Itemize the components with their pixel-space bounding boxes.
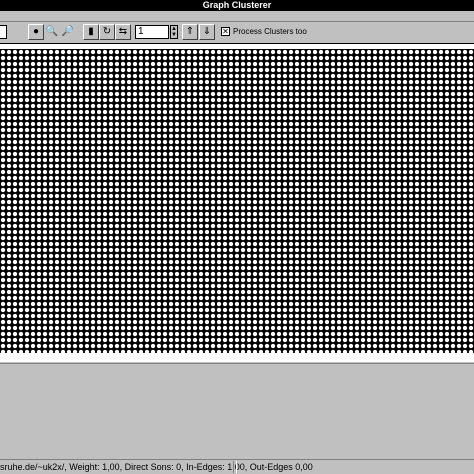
toolbar-edge-field[interactable]	[0, 25, 7, 39]
graph-canvas[interactable]	[0, 44, 474, 362]
delete-button[interactable]: ▮	[83, 24, 99, 40]
link-button[interactable]: ⇆	[115, 24, 131, 40]
process-clusters-checkbox[interactable]: ✕	[221, 27, 230, 37]
process-clusters-label: Process Clusters too	[233, 27, 307, 36]
level-up-button[interactable]: ⇑	[182, 24, 198, 40]
window-title: Graph Clusterer	[0, 0, 474, 11]
status-text: sruhe.de/~uk2x/, Weight: 1,00, Direct So…	[0, 462, 313, 472]
refresh-button[interactable]: ↻	[99, 24, 115, 40]
link-icon: ⇆	[118, 26, 128, 37]
layout-button[interactable]: ●	[28, 24, 44, 40]
level-field[interactable]: 1	[135, 25, 169, 39]
zoom-out-button[interactable]: 🔎	[60, 24, 76, 40]
level-down-button[interactable]: ⇓	[199, 24, 215, 40]
toolbar: ● 🔍 🔎 ▮ ↻ ⇆ 1 ▲ ▼ ⇑ ⇓ ✕ Process Clusters …	[0, 22, 474, 44]
empty-panel	[0, 363, 474, 460]
trash-icon: ▮	[88, 26, 94, 37]
layout-icon: ●	[32, 26, 40, 37]
arrow-down-icon: ⇓	[202, 26, 212, 37]
status-bar: sruhe.de/~uk2x/, Weight: 1,00, Direct So…	[0, 459, 474, 474]
arrow-up-icon: ⇑	[185, 26, 195, 37]
process-clusters-option[interactable]: ✕ Process Clusters too	[221, 26, 307, 38]
menu-band	[0, 11, 474, 22]
level-spinner[interactable]: ▲ ▼	[170, 25, 178, 39]
zoom-out-icon: 🔎	[61, 26, 75, 37]
refresh-icon: ↻	[102, 26, 112, 37]
zoom-in-icon: 🔍	[45, 26, 59, 37]
spin-down-icon[interactable]: ▼	[171, 32, 177, 38]
zoom-in-button[interactable]: 🔍	[44, 24, 60, 40]
graph-node-grid[interactable]	[0, 49, 474, 353]
status-divider	[233, 461, 237, 473]
